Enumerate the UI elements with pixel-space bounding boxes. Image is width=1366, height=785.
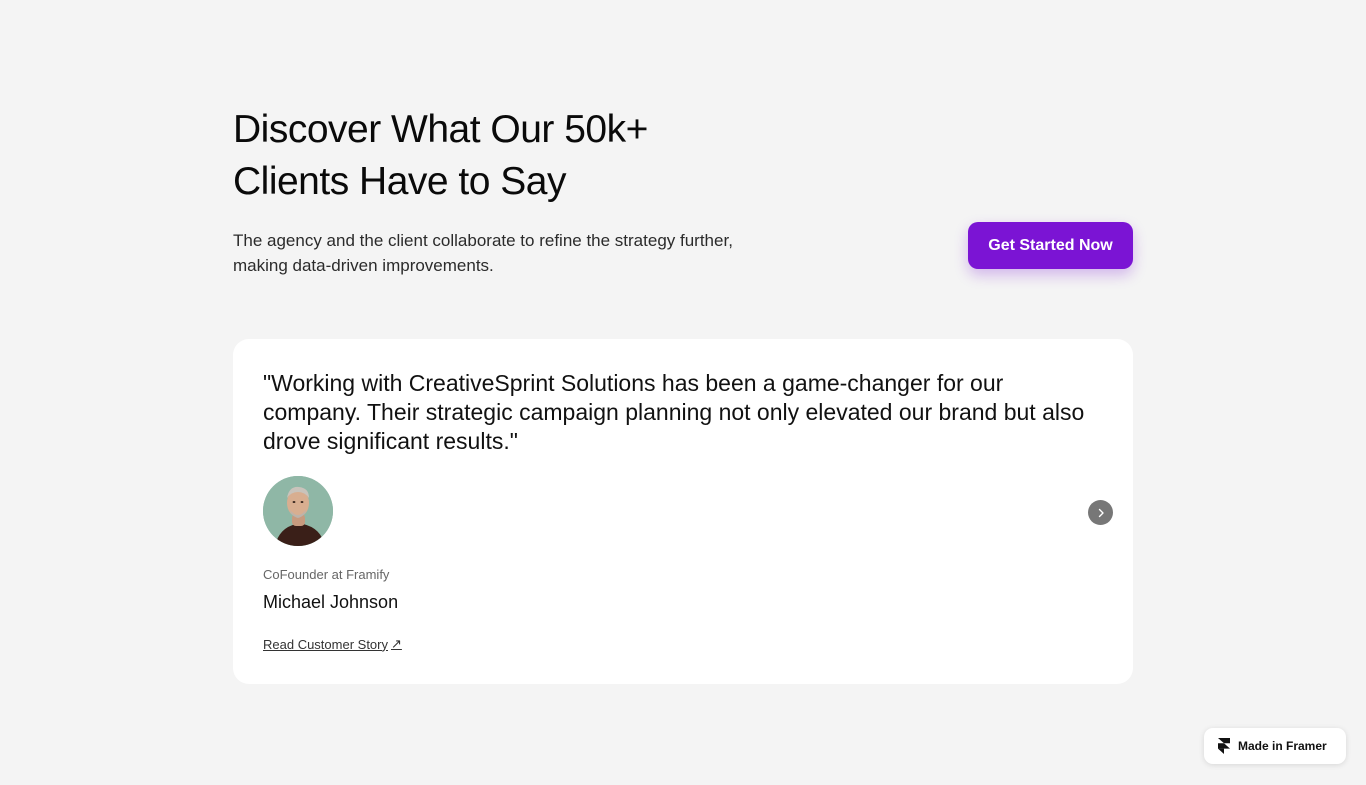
made-in-framer-badge[interactable]: Made in Framer: [1204, 728, 1346, 764]
avatar-portrait-image: [263, 476, 333, 546]
page-subtitle: The agency and the client collaborate to…: [233, 231, 733, 275]
next-testimonial-button[interactable]: [1088, 500, 1113, 525]
testimonial-quote: "Working with CreativeSprint Solutions h…: [263, 370, 1085, 454]
page-title: Discover What Our 50k+ Clients Have to S…: [233, 108, 648, 203]
framer-logo-icon: [1218, 738, 1230, 754]
author-role: CoFounder at Framify: [263, 567, 390, 582]
avatar: [263, 476, 333, 546]
testimonial-card: "Working with CreativeSprint Solutions h…: [233, 339, 1133, 684]
external-link-icon: ↗: [391, 636, 402, 651]
read-customer-story-label: Read Customer Story: [263, 636, 388, 652]
read-customer-story-link[interactable]: Read Customer Story ↗: [263, 636, 402, 652]
made-in-framer-label: Made in Framer: [1238, 739, 1327, 753]
page: Discover What Our 50k+ Clients Have to S…: [0, 0, 1366, 785]
chevron-right-icon: [1098, 508, 1104, 517]
author-name: Michael Johnson: [263, 592, 399, 612]
get-started-button[interactable]: Get Started Now: [968, 222, 1133, 269]
